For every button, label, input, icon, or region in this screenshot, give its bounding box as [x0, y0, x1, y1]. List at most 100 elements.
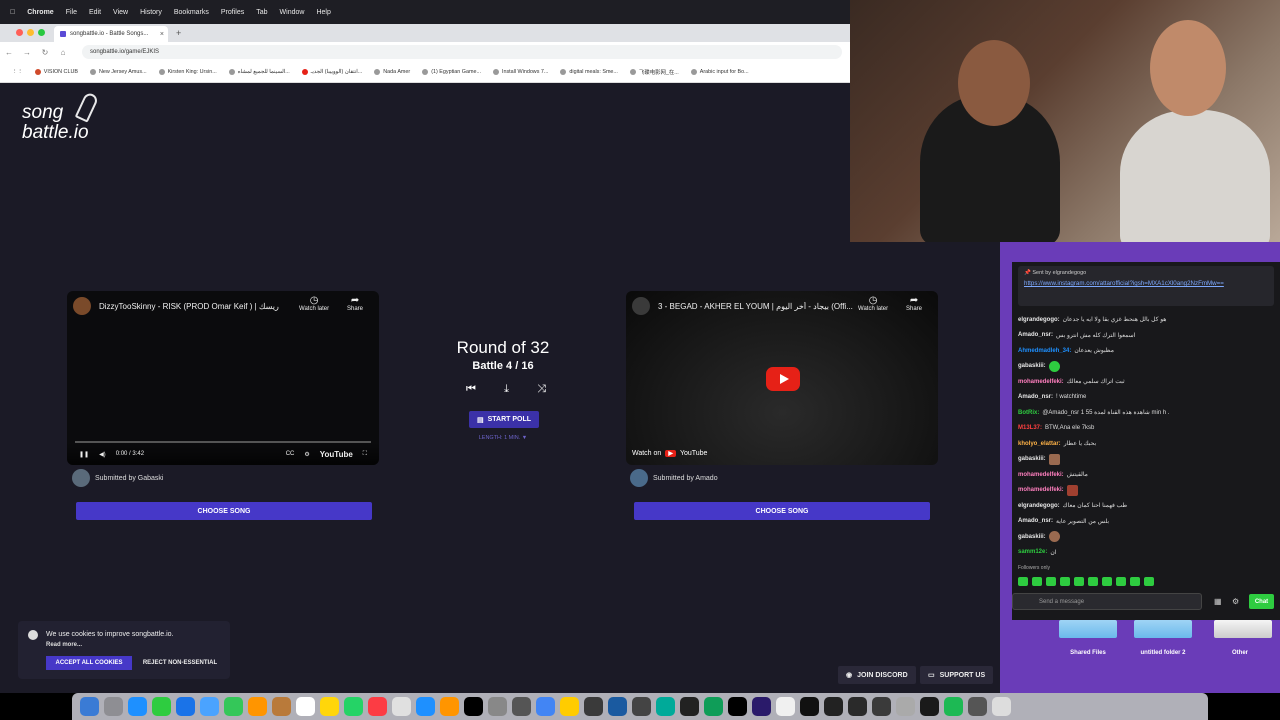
emote-icon[interactable]: [1060, 577, 1070, 586]
chat-username[interactable]: mohamedelfeki:: [1018, 379, 1064, 385]
rider-icon[interactable]: [728, 697, 747, 716]
left-video-player[interactable]: DizzyTooSkinny - RISK (PROD Omar Keif ) …: [67, 291, 379, 465]
bookmark-item[interactable]: digital meals: Sme...: [560, 69, 618, 75]
right-video-player[interactable]: 3 - BEGAD - AKHER EL YOUM | بيجاد - أخر …: [626, 291, 938, 465]
folder-label[interactable]: untitled folder 2: [1123, 650, 1203, 656]
settings-icon[interactable]: ⚙: [1232, 597, 1239, 606]
forward-icon[interactable]: →: [18, 48, 36, 57]
back-icon[interactable]: ←: [0, 48, 18, 57]
folder-icon[interactable]: [1214, 620, 1272, 638]
chat-username[interactable]: Ahmedmadleh_34:: [1018, 348, 1071, 354]
app-icon[interactable]: [584, 697, 603, 716]
launchpad-icon[interactable]: [104, 697, 123, 716]
menu-help[interactable]: Help: [316, 9, 330, 16]
chat-input[interactable]: Send a message: [1012, 593, 1202, 610]
app-icon[interactable]: [464, 697, 483, 716]
spotify-icon[interactable]: [944, 697, 963, 716]
chat-username[interactable]: Amado_nsr:: [1018, 518, 1053, 524]
music-icon[interactable]: [368, 697, 387, 716]
app-icon[interactable]: [416, 697, 435, 716]
obs-icon[interactable]: [680, 697, 699, 716]
emote-icon[interactable]: [1046, 577, 1056, 586]
app-icon[interactable]: [272, 697, 291, 716]
choose-song-right-button[interactable]: CHOOSE SONG: [634, 502, 930, 520]
apple-icon[interactable]: : [10, 9, 15, 16]
watch-on-youtube-button[interactable]: Watch on ▶ YouTube: [632, 450, 707, 457]
system-settings-icon[interactable]: [488, 697, 507, 716]
emote-icon[interactable]: [1018, 577, 1028, 586]
play-button[interactable]: [766, 367, 800, 391]
reload-icon[interactable]: ↻: [36, 48, 54, 57]
home-icon[interactable]: ⌂: [54, 48, 72, 57]
menu-tab[interactable]: Tab: [256, 9, 267, 16]
app-icon[interactable]: [392, 697, 411, 716]
chat-username[interactable]: M13L37:: [1018, 425, 1042, 431]
chat-username[interactable]: kholyo_elattar:: [1018, 441, 1061, 447]
chat-username[interactable]: elgrandegogo:: [1018, 317, 1060, 323]
menu-edit[interactable]: Edit: [89, 9, 101, 16]
bookmark-item[interactable]: Nada Amer: [374, 69, 410, 75]
app-icon[interactable]: [896, 697, 915, 716]
watch-later-button[interactable]: ◷ Watch later: [299, 295, 329, 312]
chrome-icon[interactable]: [536, 697, 555, 716]
chat-username[interactable]: Amado_nsr:: [1018, 332, 1053, 338]
photos-icon[interactable]: [248, 697, 267, 716]
download-icon[interactable]: ⤓: [504, 383, 509, 396]
bookmark-item[interactable]: السينما للجميع لمشاه...: [228, 69, 290, 75]
share-button[interactable]: ➦ Share: [906, 295, 922, 312]
app-icon[interactable]: [608, 697, 627, 716]
watch-later-button[interactable]: ◷ Watch later: [858, 295, 888, 312]
emote-icon[interactable]: [1102, 577, 1112, 586]
zoom-window-button[interactable]: [38, 29, 45, 36]
fullscreen-icon[interactable]: ⛶: [363, 451, 367, 458]
app-icon[interactable]: [704, 697, 723, 716]
chat-username[interactable]: gabaskiii:: [1018, 363, 1046, 369]
gift-icon[interactable]: ▦: [1214, 597, 1222, 606]
share-button[interactable]: ➦ Share: [347, 295, 363, 312]
captions-icon[interactable]: CC: [286, 451, 295, 457]
url-field[interactable]: songbattle.io/game/EJKIS: [82, 45, 842, 59]
chat-username[interactable]: samm12e:: [1018, 549, 1047, 555]
emote-icon[interactable]: [1130, 577, 1140, 586]
app-icon[interactable]: [632, 697, 651, 716]
facetime-icon[interactable]: [224, 697, 243, 716]
pause-icon[interactable]: ❚❚: [79, 451, 89, 458]
bookmark-item[interactable]: New Jersey Amus...: [89, 69, 147, 75]
app-icon[interactable]: [440, 697, 459, 716]
app-icon[interactable]: [968, 697, 987, 716]
menu-history[interactable]: History: [140, 9, 162, 16]
start-poll-button[interactable]: ▤ START POLL: [469, 411, 539, 428]
folder-icon[interactable]: [1059, 620, 1117, 638]
pinned-message[interactable]: 📌 Sent by elgrandegogo https://www.insta…: [1018, 266, 1274, 306]
app-icon[interactable]: [848, 697, 867, 716]
bookmark-item[interactable]: انتقان (الووييبا) الجديـ...: [301, 69, 362, 75]
chat-username[interactable]: gabaskiii:: [1018, 456, 1046, 462]
read-more-link[interactable]: Read more...: [46, 642, 82, 648]
bookmark-item[interactable]: (1) Egyptian Game...: [422, 69, 481, 75]
chat-username[interactable]: BotRix:: [1018, 410, 1039, 416]
settings-icon[interactable]: ⚙: [304, 451, 309, 458]
chat-username[interactable]: mohamedelfeki:: [1018, 472, 1064, 478]
menu-profiles[interactable]: Profiles: [221, 9, 244, 16]
poll-length-select[interactable]: LENGTH: 1 MIN. ▼: [440, 435, 566, 441]
bookmark-item[interactable]: Kirsten King: Ursin...: [158, 69, 217, 75]
apps-grid-icon[interactable]: ⋮⋮: [12, 69, 23, 75]
right-video-title[interactable]: 3 - BEGAD - AKHER EL YOUM | بيجاد - أخر …: [658, 302, 878, 311]
piano-icon[interactable]: [920, 697, 939, 716]
emote-icon[interactable]: [1032, 577, 1042, 586]
youtube-logo[interactable]: YouTube: [320, 450, 353, 459]
close-tab-icon[interactable]: ×: [160, 31, 164, 38]
chat-username[interactable]: elgrandegogo:: [1018, 503, 1060, 509]
menu-window[interactable]: Window: [280, 9, 305, 16]
messages-icon[interactable]: [152, 697, 171, 716]
minimize-window-button[interactable]: [27, 29, 34, 36]
folder-label[interactable]: Shared Files: [1048, 650, 1128, 656]
support-us-button[interactable]: ▭ SUPPORT US: [920, 666, 994, 684]
close-window-button[interactable]: [16, 29, 23, 36]
choose-song-left-button[interactable]: CHOOSE SONG: [76, 502, 372, 520]
app-store-icon[interactable]: [176, 697, 195, 716]
pinned-link[interactable]: https://www.instagram.com/attarofficial?…: [1024, 280, 1268, 288]
app-icon[interactable]: [200, 697, 219, 716]
browser-tab[interactable]: songbattle.io - Battle Songs... ×: [54, 26, 168, 42]
folder-label[interactable]: Other: [1200, 650, 1280, 656]
